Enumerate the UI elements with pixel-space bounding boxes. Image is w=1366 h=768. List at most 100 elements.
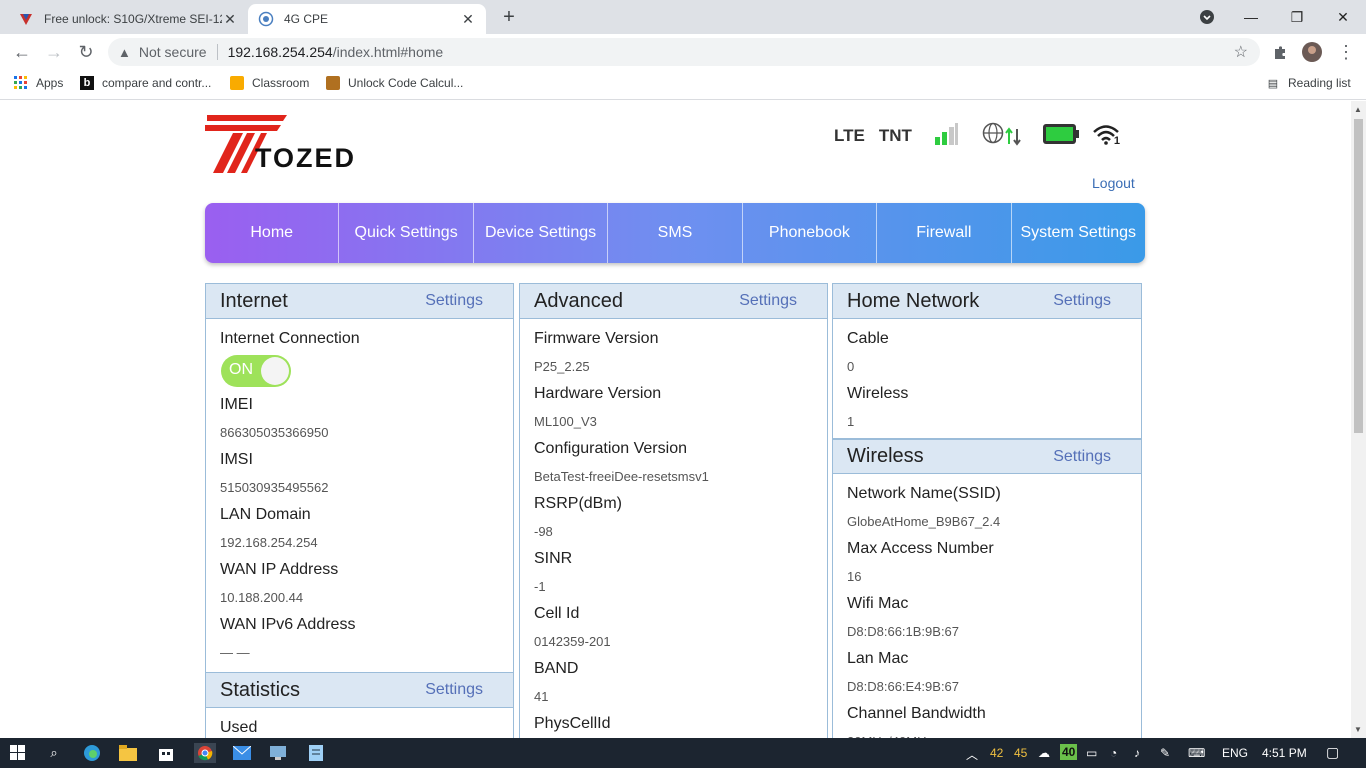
internet-settings-link[interactable]: Settings (425, 292, 483, 310)
address-bar[interactable]: ▲ Not secure 192.168.254.254/index.html#… (108, 38, 1260, 66)
maximize-icon[interactable]: ❐ (1274, 0, 1320, 34)
menu-home[interactable]: Home (205, 203, 340, 263)
menu-device-settings[interactable]: Device Settings (474, 203, 609, 263)
mail-icon[interactable] (232, 743, 252, 763)
battery-icon (1042, 123, 1080, 150)
profile-avatar[interactable] (1300, 40, 1324, 64)
wireless-settings-link[interactable]: Settings (1053, 448, 1111, 466)
field-label: Hardware Version (534, 385, 662, 402)
browser-tab-4g-cpe[interactable]: 4G CPE ✕ (248, 4, 486, 34)
bookmark-b-icon: b (80, 76, 94, 90)
page-scrollbar[interactable]: ▲ ▼ (1351, 101, 1366, 738)
tozed-logo: TOZED (205, 113, 375, 175)
url-path: /index.html#home (332, 44, 444, 60)
field-label: LAN Domain (220, 506, 311, 523)
back-icon[interactable]: ← (10, 40, 34, 64)
statistics-settings-link[interactable]: Settings (425, 681, 483, 699)
menu-firewall[interactable]: Firewall (877, 203, 1012, 263)
search-icon[interactable]: ⌕ (44, 743, 64, 763)
tab-title: Free unlock: S10G/Xtreme SEI-12 (44, 12, 222, 26)
field-value: 0 (847, 359, 855, 374)
field-value: BetaTest-freeiDee-resetsmsv1 (534, 469, 709, 484)
browser-tab-unlock[interactable]: Free unlock: S10G/Xtreme SEI-12 ✕ (8, 4, 248, 34)
bookmark-classroom[interactable]: Classroom (230, 76, 309, 90)
browser-toolbar: ← → ↻ ▲ Not secure 192.168.254.254/index… (0, 34, 1366, 70)
internet-connection-toggle[interactable]: ON (221, 355, 291, 387)
internet-panel: Internet Settings Internet Connection ON… (205, 283, 514, 673)
battery-tray-icon[interactable]: ▭ (1086, 746, 1097, 760)
field-label: Cable (847, 330, 889, 347)
bookmark-apps[interactable]: Apps (14, 76, 63, 90)
tab-title: 4G CPE (284, 12, 329, 26)
tray-badge[interactable]: 40 (1060, 744, 1078, 760)
extensions-icon[interactable] (1268, 40, 1292, 64)
field-value: — — (220, 645, 250, 660)
panel-title: Advanced (534, 289, 623, 312)
field-label: IMEI (220, 396, 253, 413)
close-tab-icon[interactable]: ✕ (460, 11, 476, 28)
field-label: IMSI (220, 451, 253, 468)
clock[interactable]: 4:51 PM (1262, 746, 1307, 760)
url-host: 192.168.254.254 (227, 44, 333, 60)
scrollbar-thumb[interactable] (1354, 119, 1363, 433)
panel-header: Advanced Settings (520, 284, 827, 319)
forward-icon[interactable]: → (42, 40, 66, 64)
bookmark-star-icon[interactable]: ☆ (1234, 42, 1248, 62)
field-label: WAN IP Address (220, 561, 339, 578)
close-tab-icon[interactable]: ✕ (222, 11, 238, 28)
new-tab-button[interactable]: + (498, 6, 520, 29)
home-network-settings-link[interactable]: Settings (1053, 292, 1111, 310)
bookmark-compare[interactable]: b compare and contr... (80, 76, 211, 90)
computer-icon[interactable] (268, 743, 288, 763)
field-label: SINR (534, 550, 573, 567)
scroll-down-icon[interactable]: ▼ (1354, 725, 1362, 734)
file-explorer-icon[interactable] (118, 743, 138, 763)
reload-icon[interactable]: ↻ (74, 40, 98, 64)
advanced-settings-link[interactable]: Settings (739, 292, 797, 310)
home-network-panel: Home Network Settings Cable 0 Wireless 1 (832, 283, 1142, 439)
panel-header: Internet Settings (206, 284, 513, 319)
field-label: Max Access Number (847, 540, 994, 557)
reading-list-button[interactable]: ▤ Reading list (1266, 76, 1351, 90)
field-label: Wifi Mac (847, 595, 909, 612)
scroll-up-icon[interactable]: ▲ (1354, 105, 1362, 114)
menu-quick-settings[interactable]: Quick Settings (339, 203, 474, 263)
field-value: P25_2.25 (534, 359, 590, 374)
globe-favicon-icon (258, 11, 274, 27)
brand-text: TOZED (255, 143, 357, 173)
chrome-icon[interactable] (194, 743, 216, 763)
pen-icon[interactable]: ✎ (1160, 746, 1170, 760)
apps-grid-icon (14, 76, 28, 90)
cloud-icon[interactable]: ☁ (1038, 746, 1050, 760)
show-hidden-icons[interactable]: ︿ (966, 746, 978, 763)
volume-icon[interactable]: ♪ (1134, 746, 1140, 760)
store-icon[interactable] (156, 743, 176, 763)
minimize-icon[interactable]: — (1228, 0, 1274, 34)
keyboard-icon[interactable]: ⌨ (1188, 746, 1205, 760)
bookmark-unlock-calc[interactable]: Unlock Code Calcul... (326, 76, 463, 90)
edge-icon[interactable] (82, 743, 102, 763)
menu-dots-icon[interactable]: ⋮ (1334, 40, 1358, 64)
logout-link[interactable]: Logout (1092, 175, 1135, 191)
language-indicator[interactable]: ENG (1222, 746, 1248, 760)
notifications-icon[interactable]: ▢ (1326, 744, 1339, 761)
close-window-icon[interactable]: ✕ (1320, 0, 1366, 34)
router-page: TOZED LTE TNT 1 Logout Home Quick Settin… (0, 101, 1351, 738)
menu-system-settings[interactable]: System Settings (1012, 203, 1145, 263)
field-label: WAN IPv6 Address (220, 616, 356, 633)
notepad-icon[interactable] (306, 743, 326, 763)
tab-search-icon[interactable] (1184, 0, 1230, 34)
panel-title: Internet (220, 289, 288, 312)
wifi-tray-icon[interactable]: ◔ (1110, 746, 1117, 760)
main-menu: Home Quick Settings Device Settings SMS … (205, 203, 1145, 263)
field-label: Network Name(SSID) (847, 485, 1001, 502)
menu-phonebook[interactable]: Phonebook (743, 203, 878, 263)
field-value: GlobeAtHome_B9B67_2.4 (847, 514, 1001, 529)
field-value: ML100_V3 (534, 414, 597, 429)
field-label: Internet Connection (220, 330, 360, 347)
menu-sms[interactable]: SMS (608, 203, 743, 263)
advanced-panel: Advanced Settings Firmware Version P25_2… (519, 283, 828, 738)
warning-icon[interactable]: ▲ (118, 45, 131, 60)
windows-start-icon[interactable] (8, 743, 28, 763)
panel-title: Wireless (847, 445, 924, 467)
